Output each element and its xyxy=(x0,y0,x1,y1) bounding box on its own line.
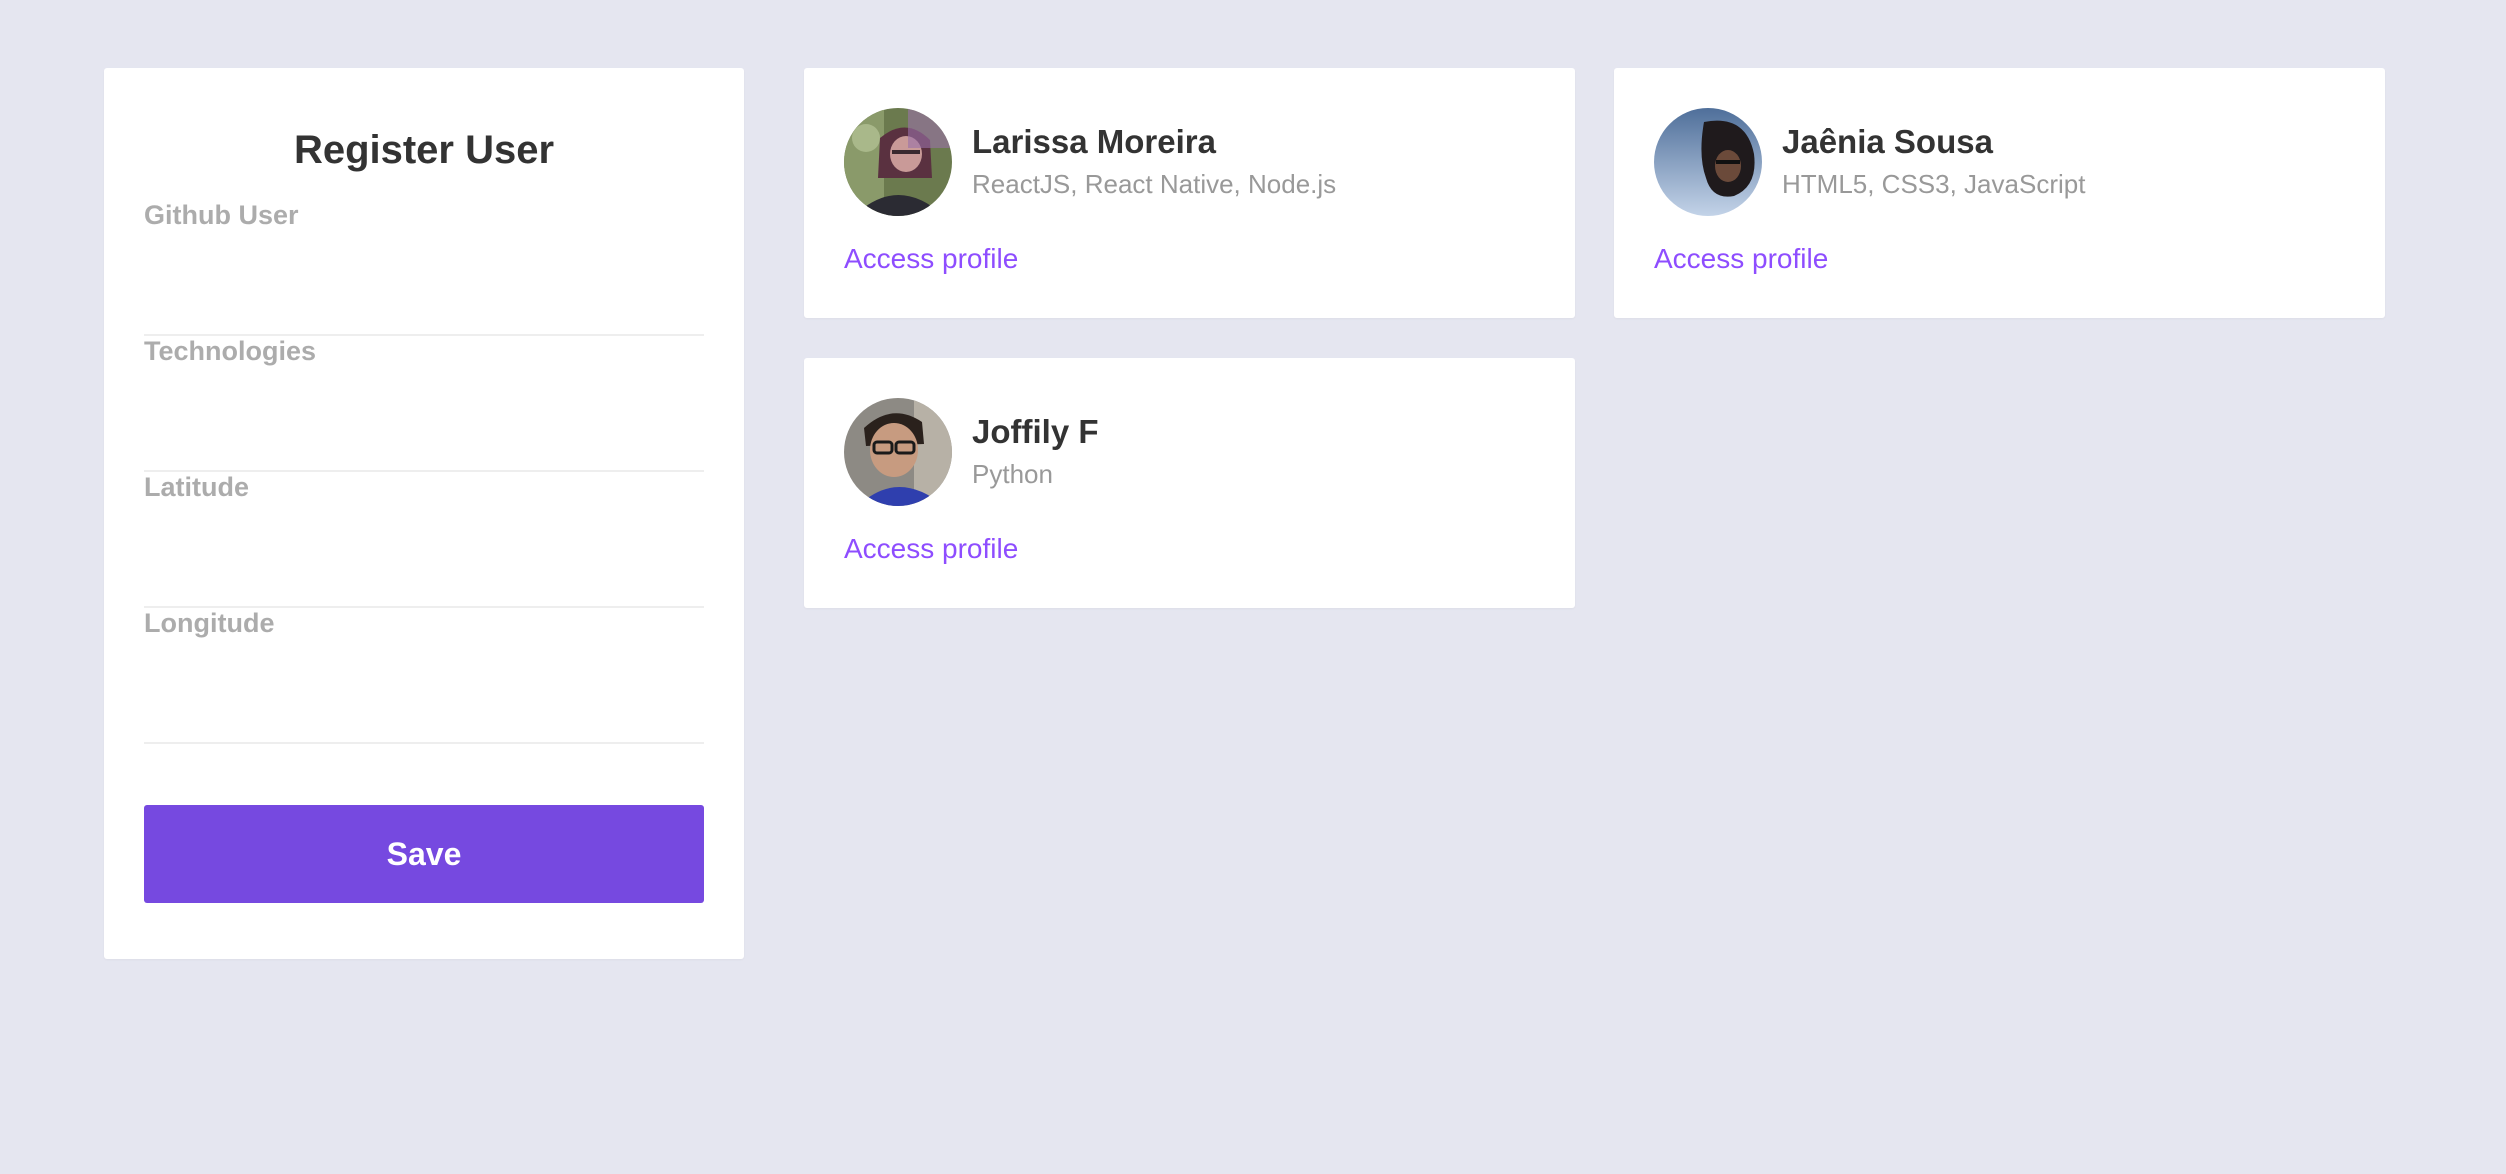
dev-name: Jaênia Sousa xyxy=(1782,123,1993,160)
access-profile-link[interactable]: Access profile xyxy=(1654,243,1828,275)
avatar-image xyxy=(844,108,952,216)
register-panel: Register User Github User Technologies L… xyxy=(104,68,744,959)
technologies-label: Technologies xyxy=(144,336,317,366)
dev-name: Larissa Moreira xyxy=(972,123,1216,160)
dev-card: Larissa Moreira ReactJS, React Native, N… xyxy=(804,68,1575,318)
save-button[interactable]: Save xyxy=(144,805,704,903)
app-container: Register User Github User Technologies L… xyxy=(0,0,2506,1174)
access-profile-link[interactable]: Access profile xyxy=(844,533,1018,565)
avatar-image xyxy=(844,398,952,506)
register-form: Github User Technologies Latitude Longit… xyxy=(144,200,704,903)
latitude-label: Latitude xyxy=(144,472,249,502)
github-user-input[interactable] xyxy=(144,280,704,336)
dev-card: Jaênia Sousa HTML5, CSS3, JavaScript Acc… xyxy=(1614,68,2385,318)
technologies-field: Technologies xyxy=(144,336,704,472)
dev-techs: HTML5, CSS3, JavaScript xyxy=(1782,169,2086,199)
dev-techs: Python xyxy=(972,459,1053,489)
avatar xyxy=(844,108,952,216)
latitude-field: Latitude xyxy=(144,472,704,608)
avatar xyxy=(1654,108,1762,216)
longitude-field: Longitude xyxy=(144,608,704,744)
avatar-image xyxy=(1654,108,1762,216)
github-user-label: Github User xyxy=(144,200,299,230)
longitude-input[interactable] xyxy=(144,688,704,744)
avatar xyxy=(844,398,952,506)
dev-name: Joffily F xyxy=(972,413,1099,450)
dev-techs: ReactJS, React Native, Node.js xyxy=(972,169,1337,199)
register-title: Register User xyxy=(293,128,555,172)
dev-card: Joffily F Python Access profile xyxy=(804,358,1575,608)
latitude-input[interactable] xyxy=(144,552,704,608)
github-user-field: Github User xyxy=(144,200,704,336)
longitude-label: Longitude xyxy=(144,608,275,638)
access-profile-link[interactable]: Access profile xyxy=(844,243,1018,275)
technologies-input[interactable] xyxy=(144,416,704,472)
